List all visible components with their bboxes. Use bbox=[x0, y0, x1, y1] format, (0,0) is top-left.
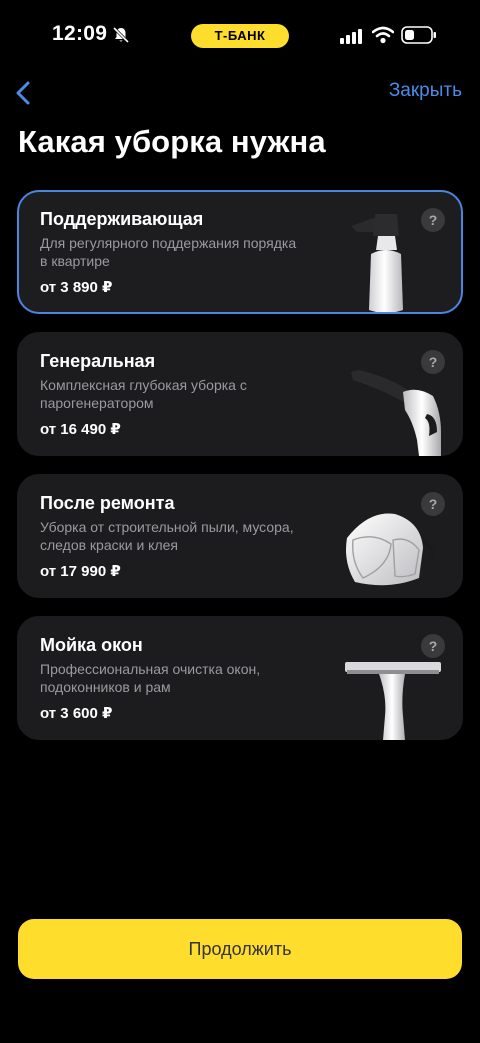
continue-button[interactable]: Продолжить bbox=[18, 919, 462, 979]
chevron-left-icon bbox=[16, 81, 30, 105]
respirator-mask-image bbox=[346, 513, 435, 586]
help-button[interactable]: ? bbox=[421, 492, 445, 516]
option-title: Генеральная bbox=[40, 351, 156, 371]
bell-muted-icon bbox=[112, 26, 130, 44]
battery-icon bbox=[401, 26, 436, 44]
option-card-after-renovation[interactable]: После ремонта Уборка от строительной пыл… bbox=[17, 474, 463, 598]
option-description: Комплексная глубокая уборка с парогенера… bbox=[40, 377, 247, 411]
back-button[interactable] bbox=[6, 76, 40, 110]
option-title: Мойка окон bbox=[40, 635, 143, 655]
signal-icon bbox=[340, 29, 362, 44]
wifi-icon bbox=[372, 26, 394, 44]
window-squeegee-image bbox=[345, 662, 441, 740]
option-description: Профессиональная очистка окон, подоконни… bbox=[40, 661, 261, 695]
option-description: Уборка от строительной пыли, мусора, сле… bbox=[40, 519, 294, 553]
option-price: от 17 990 ₽ bbox=[40, 563, 121, 580]
option-price: от 16 490 ₽ bbox=[40, 421, 121, 438]
option-price: от 3 600 ₽ bbox=[40, 705, 113, 722]
close-button[interactable]: Закрыть bbox=[389, 80, 462, 102]
option-title: После ремонта bbox=[40, 493, 175, 513]
option-card-general[interactable]: Генеральная Комплексная глубокая уборка … bbox=[17, 332, 463, 456]
status-bar: 12:09 Т-БАНК bbox=[0, 0, 480, 72]
option-card-window-cleaning[interactable]: Мойка окон Профессиональная очистка окон… bbox=[17, 616, 463, 740]
option-card-maintenance[interactable]: Поддерживающая Для регулярного поддержан… bbox=[17, 190, 463, 314]
bank-badge: Т-БАНК bbox=[191, 24, 289, 48]
steamer-image bbox=[351, 370, 441, 456]
page-title: Какая уборка нужна bbox=[18, 124, 326, 159]
option-description: Для регулярного поддержания порядка в кв… bbox=[40, 235, 297, 269]
help-button[interactable]: ? bbox=[421, 634, 445, 658]
option-title: Поддерживающая bbox=[40, 209, 204, 229]
help-button[interactable]: ? bbox=[421, 350, 445, 374]
help-button[interactable]: ? bbox=[421, 208, 445, 232]
status-time: 12:09 bbox=[52, 22, 108, 45]
option-price: от 3 890 ₽ bbox=[40, 279, 113, 296]
cleaning-options-list: Поддерживающая Для регулярного поддержан… bbox=[17, 190, 463, 758]
spray-bottle-image bbox=[351, 214, 403, 312]
